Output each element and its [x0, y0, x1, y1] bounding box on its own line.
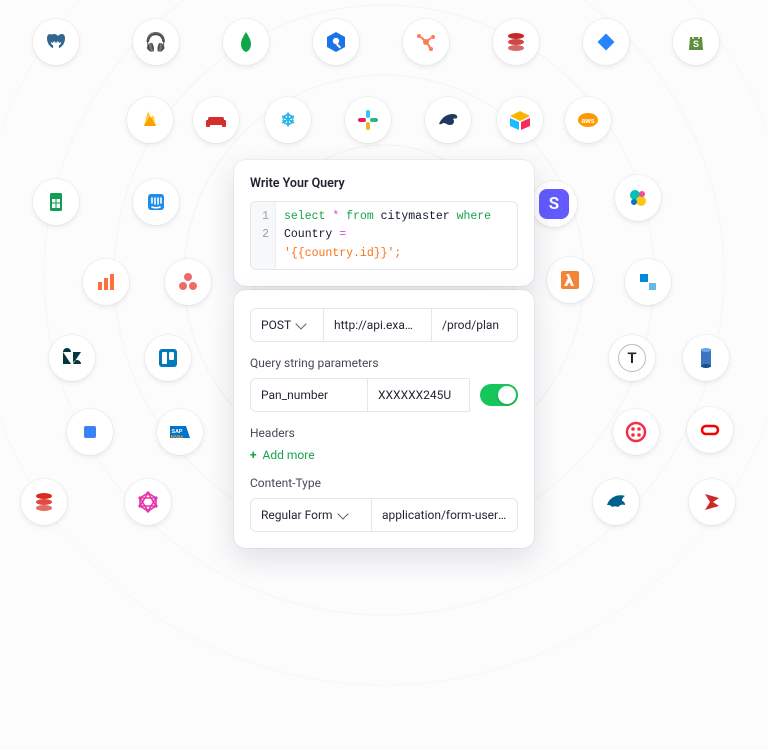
couchdb-integration-icon	[193, 97, 239, 143]
shopify-integration-icon: S	[673, 19, 719, 65]
qs-value-input[interactable]: XXXXXX245U	[368, 378, 470, 412]
snowflake-integration-icon: ❄	[265, 97, 311, 143]
freshdesk-integration-icon: 🎧	[133, 19, 179, 65]
query-card-title: Write Your Query	[250, 176, 518, 191]
graphql-integration-icon	[125, 479, 171, 525]
path-input[interactable]: /prod/plan	[432, 308, 518, 342]
svg-text:S: S	[693, 39, 699, 49]
sql-code[interactable]: select * from citymaster where Country =…	[276, 202, 517, 269]
sap-hana-integration-icon: SAPHANA	[157, 409, 203, 455]
base-url-input[interactable]: http://api.exampl…	[324, 308, 432, 342]
line-gutter: 12	[251, 202, 276, 269]
dynamodb-integration-icon	[683, 335, 729, 381]
asana-integration-icon	[165, 259, 211, 305]
twilio-integration-icon	[613, 409, 659, 455]
redis-integration-icon	[21, 479, 67, 525]
mssql-integration-icon	[689, 479, 735, 525]
content-type-value-input[interactable]: application/form-user-data	[372, 498, 518, 532]
couchbase-integration-icon	[493, 19, 539, 65]
slack-integration-icon	[345, 97, 391, 143]
bigquery-integration-icon	[313, 19, 359, 65]
hubspot-integration-icon	[403, 19, 449, 65]
content-type-label: Content-Type	[250, 476, 518, 490]
aws-integration-icon: aws	[565, 97, 611, 143]
content-type-select[interactable]: Regular Form	[250, 498, 372, 532]
postgresql-integration-icon	[33, 19, 79, 65]
chevron-down-icon	[337, 508, 348, 519]
svg-text:HANA: HANA	[171, 434, 183, 439]
mysql-integration-icon	[593, 479, 639, 525]
headers-label: Headers	[250, 426, 518, 440]
add-header-button[interactable]: + Add more	[250, 448, 518, 462]
http-method-select[interactable]: POST	[250, 308, 324, 342]
chevron-down-icon	[295, 318, 306, 329]
svg-text:aws: aws	[581, 118, 594, 125]
mariadb-integration-icon	[425, 97, 471, 143]
qs-enabled-toggle[interactable]	[480, 384, 518, 406]
sql-editor[interactable]: 12 select * from citymaster where Countr…	[250, 201, 518, 270]
framer-integration-icon	[67, 409, 113, 455]
stripe-integration-icon: S	[531, 181, 577, 227]
plus-icon: +	[250, 448, 257, 462]
jira-integration-icon	[583, 19, 629, 65]
airtable-integration-icon	[497, 97, 543, 143]
query-string-label: Query string parameters	[250, 356, 518, 370]
typeform-integration-icon: T	[609, 335, 655, 381]
trello-integration-icon	[145, 335, 191, 381]
mongodb-integration-icon	[223, 19, 269, 65]
aws-lambda-integration-icon	[547, 257, 593, 303]
azure-integration-icon	[625, 259, 671, 305]
databricks-integration-icon	[83, 259, 129, 305]
google-sheets-integration-icon	[33, 179, 79, 225]
intercom-integration-icon	[133, 179, 179, 225]
zendesk-integration-icon	[49, 335, 95, 381]
query-card: Write Your Query 12 select * from cityma…	[234, 160, 534, 286]
oracle-integration-icon	[687, 407, 733, 453]
api-card: POST http://api.exampl… /prod/plan Query…	[234, 290, 534, 548]
firebase-integration-icon	[127, 97, 173, 143]
qs-key-input[interactable]: Pan_number	[250, 378, 368, 412]
elastic-integration-icon	[615, 175, 661, 221]
